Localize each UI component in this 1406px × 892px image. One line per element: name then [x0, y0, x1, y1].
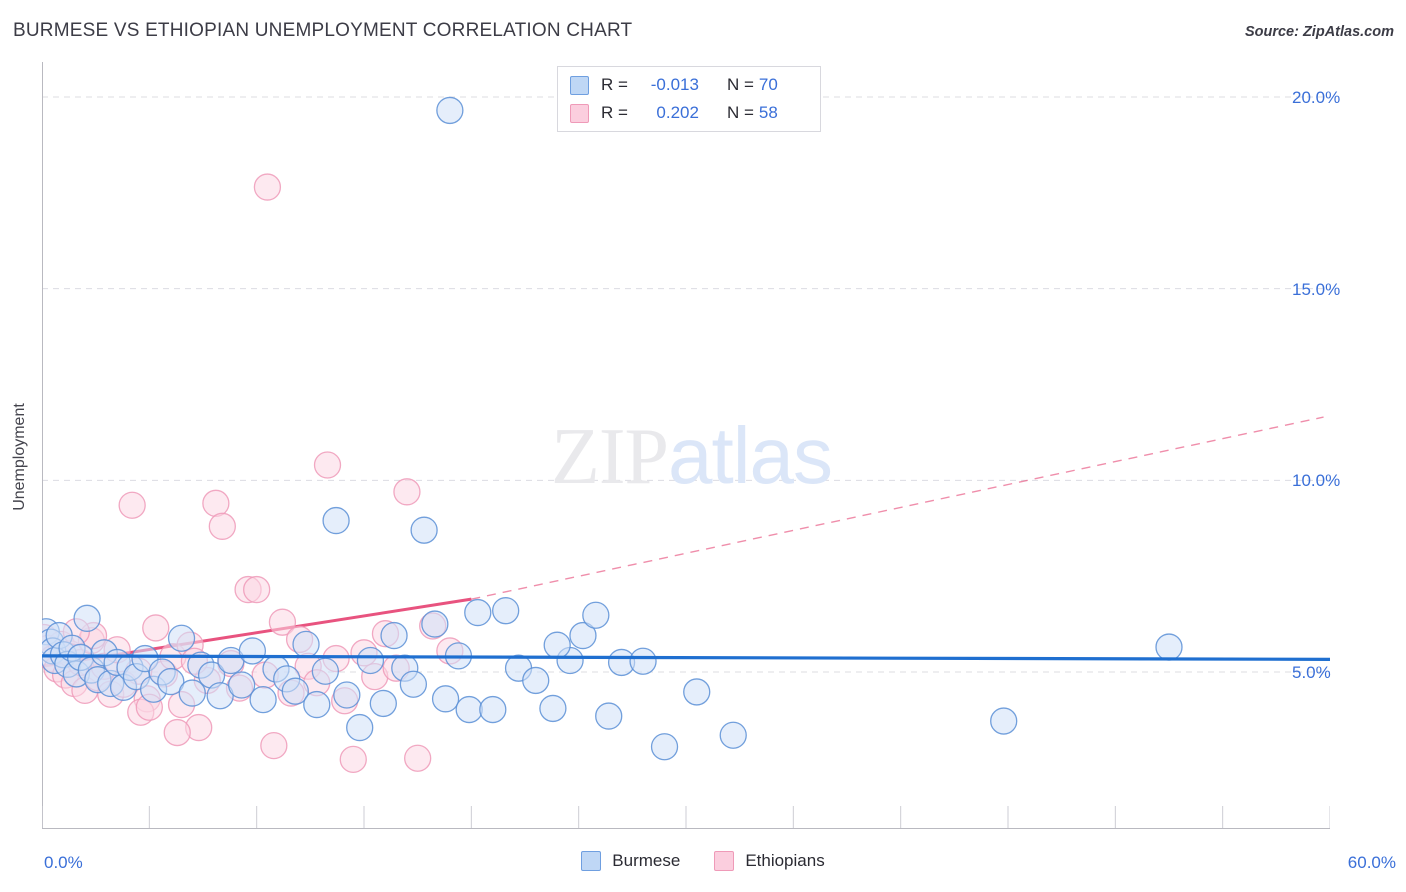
y-axis-title: Unemployment: [11, 403, 29, 511]
data-point: [405, 745, 431, 771]
r-label: R =: [601, 103, 628, 123]
data-point: [357, 648, 383, 674]
data-point: [991, 708, 1017, 734]
data-point: [596, 703, 622, 729]
data-point: [720, 722, 746, 748]
data-point: [400, 671, 426, 697]
n-label: N =: [727, 103, 754, 123]
data-point: [394, 479, 420, 505]
legend-item-ethiopians[interactable]: Ethiopians: [714, 851, 824, 871]
data-point: [340, 746, 366, 772]
data-point: [437, 97, 463, 123]
data-point: [244, 577, 270, 603]
y-axis-tick-10: 10.0%: [1292, 471, 1340, 491]
r-value-ethiopians: 0.202: [633, 103, 699, 123]
burmese-swatch-icon: [570, 76, 589, 95]
data-point: [493, 598, 519, 624]
source-attribution: Source: ZipAtlas.com: [1245, 24, 1394, 40]
page-title: BURMESE VS ETHIOPIAN UNEMPLOYMENT CORREL…: [13, 20, 632, 42]
data-point: [1156, 634, 1182, 660]
data-point: [630, 648, 656, 674]
correlation-legend: R = -0.013 N = 70 R = 0.202 N = 58: [557, 66, 821, 132]
r-value-burmese: -0.013: [633, 75, 699, 95]
data-point: [523, 667, 549, 693]
data-point: [334, 682, 360, 708]
data-point: [250, 687, 276, 713]
data-point: [480, 697, 506, 723]
data-point: [583, 602, 609, 628]
data-point: [169, 625, 195, 651]
data-point: [544, 632, 570, 658]
data-point: [381, 623, 407, 649]
data-point: [304, 692, 330, 718]
legend-item-burmese[interactable]: Burmese: [581, 851, 680, 871]
data-point: [293, 631, 319, 657]
n-value-ethiopians: 58: [759, 103, 778, 123]
legend-label-burmese: Burmese: [612, 851, 680, 871]
data-point: [254, 174, 280, 200]
data-point: [684, 679, 710, 705]
points-burmese: [42, 97, 1182, 759]
data-point: [370, 690, 396, 716]
burmese-swatch-icon: [581, 851, 601, 871]
data-point: [164, 720, 190, 746]
data-point: [422, 611, 448, 637]
data-point: [119, 492, 145, 518]
data-point: [465, 600, 491, 626]
y-axis-tick-5: 5.0%: [1292, 663, 1331, 683]
ethiopians-swatch-icon: [714, 851, 734, 871]
data-point: [209, 513, 235, 539]
data-point: [239, 638, 265, 664]
chart-page: BURMESE VS ETHIOPIAN UNEMPLOYMENT CORREL…: [0, 0, 1406, 892]
r-label: R =: [601, 75, 628, 95]
correlation-legend-row-burmese: R = -0.013 N = 70: [570, 71, 808, 99]
y-axis-tick-15: 15.0%: [1292, 280, 1340, 300]
data-point: [315, 452, 341, 478]
data-point: [411, 517, 437, 543]
plot-area: Unemployment: [42, 62, 1330, 832]
data-point: [261, 733, 287, 759]
trendline-ethiopians-dashed: [471, 417, 1323, 599]
data-point: [143, 615, 169, 641]
correlation-legend-row-ethiopians: R = 0.202 N = 58: [570, 99, 808, 127]
series-legend: Burmese Ethiopians: [0, 851, 1406, 871]
data-point: [540, 695, 566, 721]
data-point: [203, 490, 229, 516]
data-point: [456, 697, 482, 723]
data-point: [74, 605, 100, 631]
n-label: N =: [727, 75, 754, 95]
data-point: [433, 686, 459, 712]
ethiopians-swatch-icon: [570, 104, 589, 123]
y-axis-tick-20: 20.0%: [1292, 88, 1340, 108]
scatter-plot-svg: [42, 62, 1330, 832]
n-value-burmese: 70: [759, 75, 778, 95]
data-point: [323, 508, 349, 534]
data-point: [312, 658, 338, 684]
data-point: [652, 734, 678, 760]
legend-label-ethiopians: Ethiopians: [745, 851, 824, 871]
data-point: [347, 715, 373, 741]
